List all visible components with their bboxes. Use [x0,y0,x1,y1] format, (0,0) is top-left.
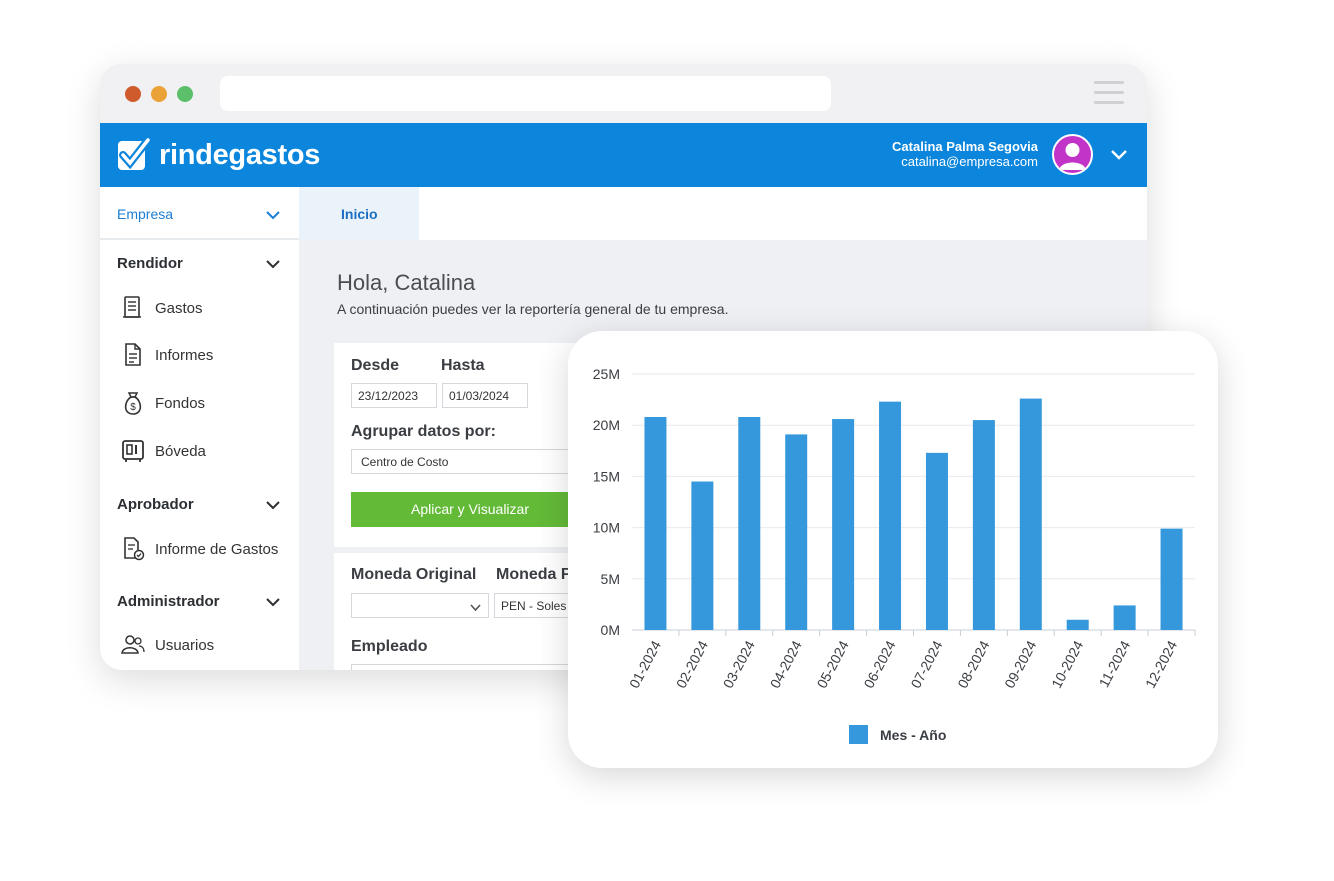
company-selector[interactable]: Empresa [100,187,299,240]
bar[interactable] [738,417,761,630]
close-window-dot[interactable] [125,86,141,102]
bar[interactable] [925,452,948,630]
sidebar-item-usuarios[interactable]: Usuarios [120,630,214,660]
user-avatar-icon [1059,143,1086,170]
sidebar-item-fondos[interactable]: $ Fondos [120,388,205,418]
x-tick-label: 05-2024 [814,638,852,691]
bar-chart: 0M 5M 10M 15M 20M 25M 01-2024 02-2024 03-2024 04-… [593,366,1196,744]
receipt-icon [123,296,141,318]
x-tick-label: 04-2024 [767,638,805,691]
sidebar: Empresa Rendidor Gastos Informes $ Fondo… [100,187,299,670]
users-icon [121,635,145,654]
section-aprobador[interactable]: Aprobador [117,496,194,513]
desde-date-input[interactable]: 23/12/2023 [351,383,437,408]
checkmark-logo-icon [118,138,151,170]
avatar[interactable] [1052,134,1093,175]
moneda-final-label: Moneda F [496,566,571,583]
hasta-label: Hasta [441,357,485,374]
bar[interactable] [972,420,995,630]
section-administrador[interactable]: Administrador [117,593,220,610]
x-tick-label: 09-2024 [1001,638,1039,691]
account-chevron-down-icon[interactable] [1110,146,1128,164]
app-header: rindegastos Catalina Palma Segovia catal… [100,123,1147,187]
page-title: Hola, Catalina [337,270,476,295]
bar[interactable] [1066,619,1089,630]
y-tick-label: 5M [601,571,620,587]
money-bag-icon: $ [124,392,142,415]
svg-text:$: $ [130,402,136,413]
x-tick-label: 11-2024 [1096,638,1134,690]
sidebar-item-informe-de-gastos[interactable]: Informe de Gastos [120,534,278,564]
chart-card: 0M 5M 10M 15M 20M 25M 01-2024 02-2024 03-2024 04-… [568,331,1218,768]
maximize-window-dot[interactable] [177,86,193,102]
user-email: catalina@empresa.com [901,154,1038,169]
brand-logo[interactable]: rindegastos [117,137,320,173]
group-by-select[interactable]: Centro de Costo [351,449,581,474]
currency-filter-card: Moneda Original Moneda F PEN - Soles Emp… [334,553,594,670]
x-tick-label: 06-2024 [860,638,898,691]
user-name: Catalina Palma Segovia [892,139,1038,154]
x-tick-label: 03-2024 [720,638,758,691]
bar[interactable] [1160,528,1183,630]
chevron-down-icon[interactable] [265,256,281,272]
sidebar-item-label: Fondos [155,394,206,412]
chevron-down-icon [470,604,481,612]
vault-icon [122,440,144,462]
bar[interactable] [644,417,667,630]
group-by-label: Agrupar datos por: [351,423,496,440]
sidebar-item-label: Usuarios [155,636,215,654]
moneda-original-select[interactable] [351,593,489,618]
x-tick-label: 07-2024 [907,638,945,691]
document-icon [125,343,141,366]
y-tick-label: 10M [593,520,620,536]
tab-inicio[interactable]: Inicio [299,187,419,240]
sidebar-item-gastos[interactable]: Gastos [120,293,203,323]
page-subtitle: A continuación puedes ver la reportería … [337,301,729,317]
legend-swatch[interactable] [849,725,868,744]
hamburger-menu-icon[interactable] [1094,81,1124,107]
moneda-original-label: Moneda Original [351,566,477,583]
bar[interactable] [879,401,902,630]
empleado-label: Empleado [351,638,428,655]
desde-label: Desde [351,357,400,374]
x-tick-label: 12-2024 [1142,638,1180,691]
sidebar-item-informes[interactable]: Informes [120,340,213,370]
y-tick-label: 25M [593,366,620,382]
tab-bar: Inicio [299,187,1147,240]
x-tick-label: 10-2024 [1048,638,1086,691]
bar[interactable] [832,419,855,630]
legend-label[interactable]: Mes - Año [880,727,946,743]
sidebar-item-label: Bóveda [155,442,206,460]
chevron-down-icon[interactable] [265,594,281,610]
section-rendidor[interactable]: Rendidor [117,255,183,272]
apply-visualize-button[interactable]: Aplicar y Visualizar [351,492,589,527]
bar[interactable] [1019,398,1042,630]
bar[interactable] [691,481,714,630]
y-tick-label: 20M [593,417,620,433]
sidebar-item-label: Informes [155,346,214,364]
browser-chrome [100,64,1147,123]
brand-name: rindegastos [159,138,321,171]
hasta-date-input[interactable]: 01/03/2024 [442,383,528,408]
empleado-select[interactable] [351,664,594,670]
minimize-window-dot[interactable] [151,86,167,102]
sidebar-item-label: Gastos [155,299,203,317]
sidebar-item-boveda[interactable]: Bóveda [120,436,206,466]
x-tick-label: 01-2024 [626,638,664,691]
address-bar[interactable] [220,76,831,111]
y-tick-label: 15M [593,468,620,484]
y-tick-label: 0M [601,622,620,638]
sidebar-item-label: Informe de Gastos [155,540,279,558]
x-tick-label: 02-2024 [673,638,711,691]
x-tick-label: 08-2024 [954,638,992,691]
bar[interactable] [785,434,808,630]
report-check-icon [124,537,145,561]
chevron-down-icon[interactable] [265,497,281,513]
chevron-down-icon [266,211,280,220]
tab-label: Inicio [341,206,378,222]
filter-card: Desde Hasta 23/12/2023 01/03/2024 Agrupa… [334,343,594,547]
company-label: Empresa [117,206,174,222]
bar[interactable] [1113,605,1136,630]
